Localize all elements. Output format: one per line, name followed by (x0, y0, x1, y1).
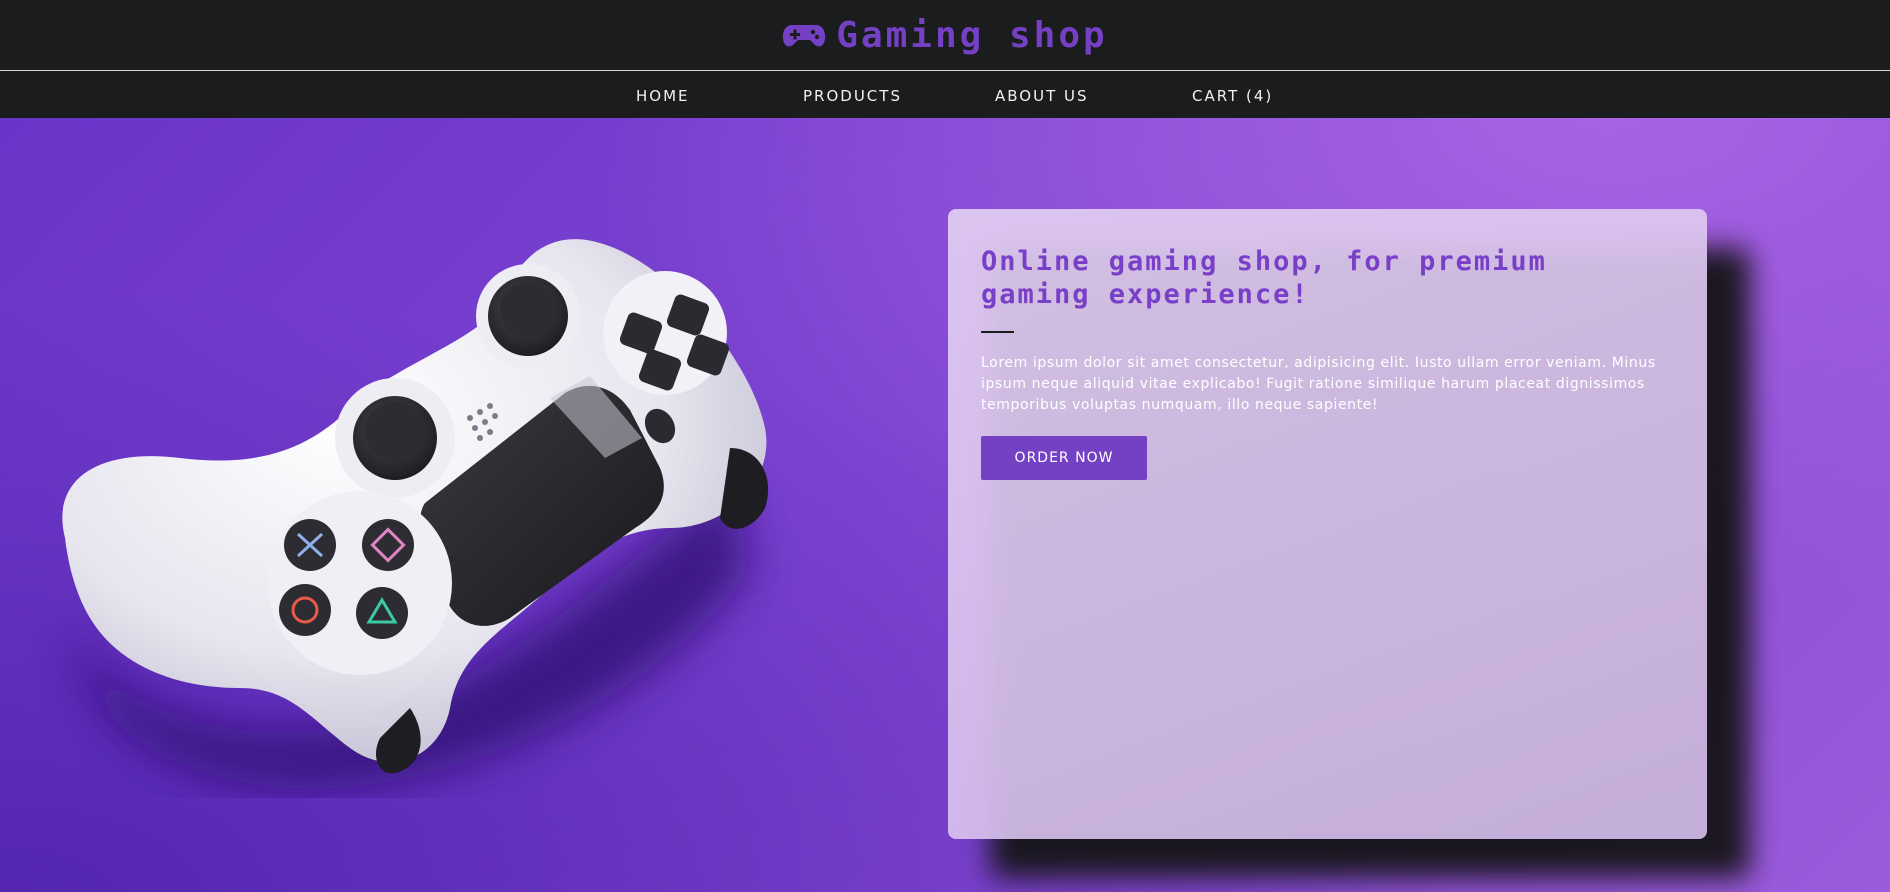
nav-cart-link[interactable]: CART (4) (1192, 87, 1273, 105)
site-header: Gaming shop (0, 0, 1890, 71)
nav-home-link[interactable]: HOME (636, 87, 690, 105)
hero-title: Online gaming shop, for premium gaming e… (981, 246, 1547, 310)
order-now-button[interactable]: ORDER NOW (981, 436, 1147, 480)
brand[interactable]: Gaming shop (782, 15, 1107, 56)
main-nav: HOME PRODUCTS ABOUT US CART (4) (0, 72, 1890, 118)
site-title: Gaming shop (836, 14, 1108, 56)
gamepad-icon (783, 25, 826, 47)
nav-products-link[interactable]: PRODUCTS (803, 87, 902, 105)
nav-about-link[interactable]: ABOUT US (995, 87, 1089, 105)
hero-description: Lorem ipsum dolor sit amet consectetur, … (981, 355, 1656, 413)
title-divider (981, 331, 1014, 333)
hero-card: Online gaming shop, for premium gaming e… (948, 209, 1707, 839)
hero-section: Online gaming shop, for premium gaming e… (0, 118, 1890, 892)
game-controller-image (62, 239, 769, 789)
